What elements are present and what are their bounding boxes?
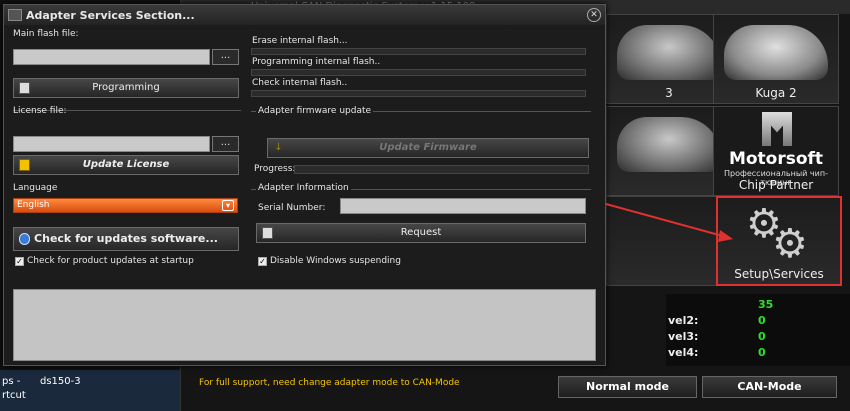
tile-label: Kuga 2 xyxy=(755,86,797,100)
tile-chip-partner[interactable]: Motorsoft Профессиональный чип-тюнинг Ch… xyxy=(713,106,839,196)
check-updates-label: Check for updates software... xyxy=(34,232,218,245)
progress-label: Progress: xyxy=(254,164,296,174)
level-row: vel4: 0 xyxy=(668,346,766,359)
programming-label: Programming xyxy=(92,82,160,93)
download-icon: ↓ xyxy=(274,142,283,153)
desktop-shortcut-ds150[interactable]: ds150-3 xyxy=(40,376,81,387)
motorsoft-logo-mark xyxy=(762,112,792,146)
disable-windows-checkbox[interactable]: ✓ xyxy=(258,257,267,266)
car-image xyxy=(724,25,828,80)
update-license-label: Update License xyxy=(82,159,170,170)
dialog-titlebar: Adapter Services Section... ✕ xyxy=(4,5,605,25)
can-mode-button[interactable]: CAN-Mode xyxy=(702,376,837,398)
license-icon xyxy=(19,159,30,171)
tile-label: Setup\Services xyxy=(734,267,824,281)
car-image xyxy=(617,25,721,80)
disable-windows-label: Disable Windows suspending xyxy=(270,256,401,266)
level-row: vel2: 0 xyxy=(668,314,766,327)
window-icon xyxy=(8,9,22,21)
log-output-area[interactable] xyxy=(13,289,596,361)
check-startup-checkbox[interactable]: ✓ xyxy=(15,257,24,266)
programming-internal-label: Programming internal flash.. xyxy=(252,57,381,67)
desktop-area: ps - rtcut ds150-3 xyxy=(0,370,180,411)
firmware-group-label: Adapter firmware update xyxy=(256,106,374,116)
license-file-label: License file: xyxy=(13,106,67,116)
normal-mode-button[interactable]: Normal mode xyxy=(558,376,697,398)
chip-icon xyxy=(19,82,30,94)
language-label: Language xyxy=(13,183,58,193)
browse-license-button[interactable]: ... xyxy=(212,136,239,152)
serial-number-field[interactable] xyxy=(340,198,586,214)
main-flash-label: Main flash file: xyxy=(13,29,79,39)
dialog-title: Adapter Services Section... xyxy=(26,9,195,22)
level-row: 35 xyxy=(758,298,774,311)
footer-note: For full support, need change adapter mo… xyxy=(199,378,460,388)
desktop-label: rtcut xyxy=(2,390,26,401)
motorsoft-logo: Motorsoft xyxy=(728,149,824,169)
tile-setup-services[interactable]: ⚙ ⚙ Setup\Services xyxy=(716,196,842,286)
car-image xyxy=(617,117,721,172)
adapter-services-dialog: Adapter Services Section... ✕ Main flash… xyxy=(3,4,606,366)
license-file-field[interactable] xyxy=(13,136,210,152)
update-firmware-button[interactable]: ↓ Update Firmware xyxy=(267,138,589,158)
check-updates-button[interactable]: Check for updates software... xyxy=(13,227,239,251)
tile-kuga-2[interactable]: Kuga 2 xyxy=(713,14,839,104)
programming-button[interactable]: Programming xyxy=(13,78,239,98)
adapter-info-group-label: Adapter Information xyxy=(256,183,351,193)
tile-label: r xyxy=(607,268,731,282)
update-license-button[interactable]: Update License xyxy=(13,155,239,175)
erase-flash-progress xyxy=(251,48,586,55)
levels-panel: 35 vel2: 0 vel3: 0 vel4: 0 xyxy=(666,294,850,366)
tile-partial-r[interactable]: r xyxy=(606,196,732,286)
level-row: vel3: 0 xyxy=(668,330,766,343)
main-flash-field[interactable] xyxy=(13,49,210,65)
language-value: English xyxy=(17,200,50,210)
erase-flash-label: Erase internal flash... xyxy=(252,36,348,46)
chevron-down-icon: ▾ xyxy=(222,200,234,211)
check-internal-progress xyxy=(251,90,586,97)
request-icon xyxy=(262,227,273,239)
language-select[interactable]: English ▾ xyxy=(13,198,238,213)
globe-icon xyxy=(19,233,30,245)
close-icon[interactable]: ✕ xyxy=(587,8,601,22)
tile-label: Chip Partner xyxy=(738,178,814,192)
gear-icon: ⚙ xyxy=(772,221,808,267)
programming-internal-progress xyxy=(251,69,586,76)
firmware-progress xyxy=(294,165,589,174)
check-startup-label: Check for product updates at startup xyxy=(27,256,194,266)
serial-number-label: Serial Number: xyxy=(258,203,326,213)
desktop-label: ps - xyxy=(2,376,21,387)
browse-flash-button[interactable]: ... xyxy=(212,49,239,65)
request-label: Request xyxy=(400,227,442,238)
check-internal-label: Check internal flash.. xyxy=(252,78,348,88)
update-firmware-label: Update Firmware xyxy=(379,142,477,153)
request-button[interactable]: Request xyxy=(256,223,586,243)
screen: Universal CAN Diagnostic System v 1.15.1… xyxy=(0,0,850,411)
